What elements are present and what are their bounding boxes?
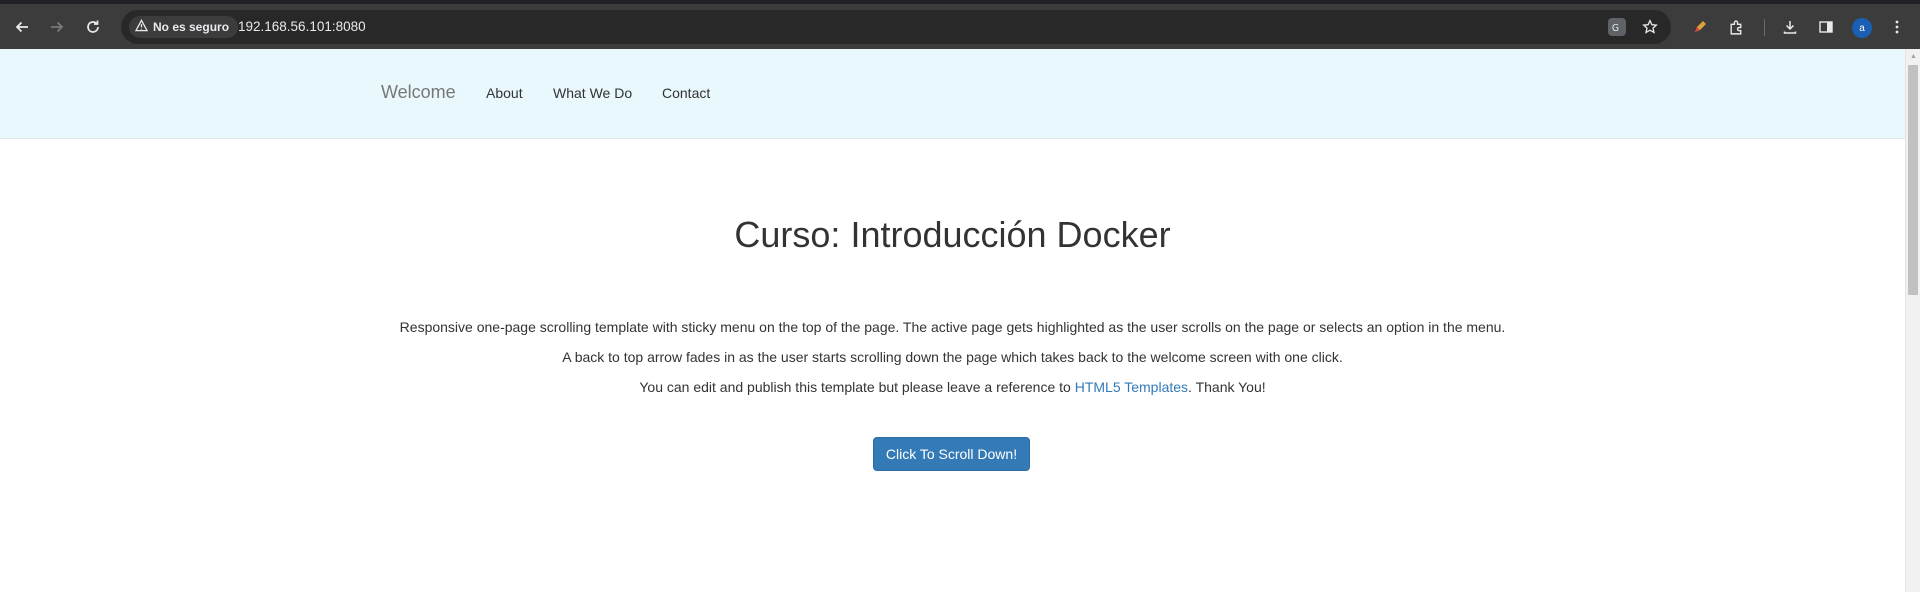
site-navbar: Welcome About What We Do Contact: [0, 49, 1905, 139]
security-label: No es seguro: [153, 20, 230, 34]
browser-toolbar: No es seguro 192.168.56.101:8080 G a: [0, 0, 1920, 49]
nav-link-contact[interactable]: Contact: [662, 85, 710, 101]
scroll-down-button[interactable]: Click To Scroll Down!: [873, 437, 1030, 471]
arrow-left-icon[interactable]: [9, 14, 35, 40]
html5-templates-link[interactable]: HTML5 Templates: [1075, 379, 1188, 395]
nav-link-what-we-do[interactable]: What We Do: [553, 85, 632, 101]
brand-welcome-link[interactable]: Welcome: [381, 82, 456, 103]
url-text[interactable]: 192.168.56.101:8080: [238, 19, 366, 34]
side-panel-icon[interactable]: [1815, 16, 1837, 38]
page-title: Curso: Introducción Docker: [734, 214, 1171, 255]
translate-icon[interactable]: G: [1608, 18, 1626, 36]
security-chip[interactable]: No es seguro: [129, 16, 239, 38]
download-icon[interactable]: [1779, 16, 1801, 38]
svg-text:G: G: [1611, 23, 1618, 34]
hero-description-line-3: You can edit and publish this template b…: [0, 379, 1905, 395]
page-viewport: Welcome About What We Do Contact Curso: …: [0, 49, 1905, 592]
nav-link-about[interactable]: About: [486, 85, 523, 101]
address-bar[interactable]: No es seguro 192.168.56.101:8080 G: [121, 10, 1671, 44]
hero-description-line-2: A back to top arrow fades in as the user…: [562, 349, 1343, 365]
hero-line-3-prefix: You can edit and publish this template b…: [639, 379, 1075, 395]
arrow-right-icon[interactable]: [44, 14, 70, 40]
star-icon[interactable]: [1640, 17, 1660, 37]
puzzle-icon[interactable]: [1725, 16, 1747, 38]
kebab-menu-icon[interactable]: [1886, 16, 1908, 38]
scrollbar-thumb[interactable]: [1908, 65, 1918, 295]
hero-line-3-suffix: . Thank You!: [1188, 379, 1266, 395]
avatar[interactable]: a: [1852, 18, 1872, 38]
hero-description-line-1: Responsive one-page scrolling template w…: [399, 319, 1506, 335]
page-scrollbar[interactable]: ▲: [1905, 49, 1920, 592]
reload-icon[interactable]: [80, 14, 106, 40]
toolbar-separator: [1764, 19, 1765, 36]
scroll-up-arrow-icon[interactable]: ▲: [1906, 49, 1920, 64]
warning-icon: [134, 19, 149, 35]
pen-icon[interactable]: [1689, 16, 1711, 38]
